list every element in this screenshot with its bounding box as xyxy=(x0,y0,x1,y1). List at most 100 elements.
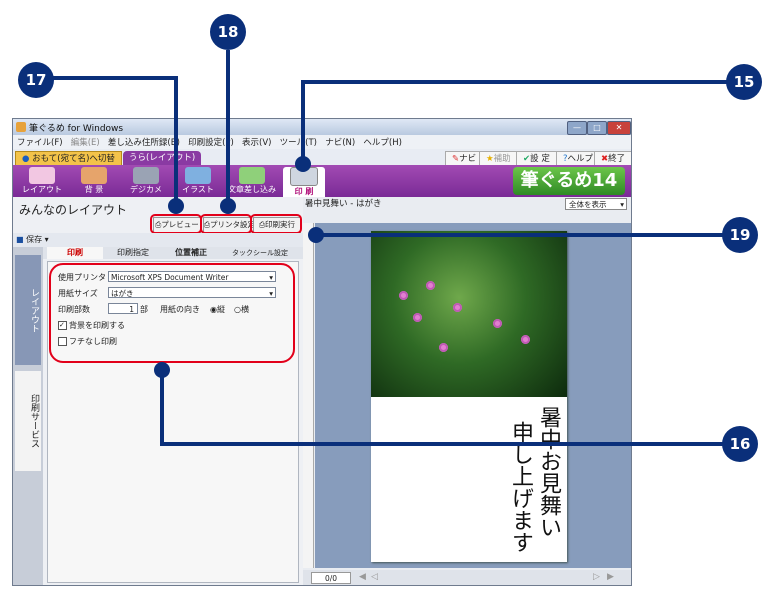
preview-title: 暑中見舞い - はがき xyxy=(305,199,382,209)
highlight-print-run xyxy=(250,214,302,234)
callout-17-dot xyxy=(168,198,184,214)
tab-back-side[interactable]: うら(レイアウト) xyxy=(123,151,202,165)
ribbon-layout-label: レイアウト xyxy=(22,185,62,194)
app-window: 筆ぐるめ for Windows — □ ✕ ファイル(F) 編集(E) 差し込… xyxy=(12,118,632,586)
zoom-value: 全体を表示 xyxy=(569,200,607,209)
menu-bar: ファイル(F) 編集(E) 差し込み住所録(B) 印刷設定(P) 表示(V) ツ… xyxy=(13,135,631,149)
last-page-icon[interactable]: ▶ xyxy=(607,572,614,582)
callout-18: 18 xyxy=(210,14,246,50)
inner-tabs: 印刷 印刷指定 位置補正 タックシール設定 xyxy=(43,247,303,259)
vtab-layout[interactable]: レイアウト xyxy=(15,255,41,365)
settings-label: 設 定 xyxy=(530,154,550,164)
window-title: 筆ぐるめ for Windows xyxy=(29,124,124,134)
callout-19-line xyxy=(316,233,736,237)
preview-canvas: 暑中お見舞い 申し上げます xyxy=(315,223,631,568)
callout-17-line xyxy=(36,76,178,80)
tab-print-spec[interactable]: 印刷指定 xyxy=(105,247,161,259)
save-icon: ■ xyxy=(16,235,24,244)
greeting-line-1: 暑中お見舞い xyxy=(536,406,561,538)
flower-icon xyxy=(453,303,462,312)
tab-back-label: うら(レイアウト) xyxy=(129,153,196,163)
title-bar: 筆ぐるめ for Windows — □ ✕ xyxy=(13,119,631,135)
menu-tools[interactable]: ツール(T) xyxy=(280,138,317,148)
callout-19: 19 xyxy=(722,217,758,253)
side-tab-row: ● おもて(宛て名)へ切替 うら(レイアウト) ✎ナビ ★補助 ✔設 定 ?ヘル… xyxy=(13,149,631,167)
menu-file[interactable]: ファイル(F) xyxy=(17,138,63,148)
callout-16-line xyxy=(160,442,736,446)
callout-15: 15 xyxy=(726,64,762,100)
minimize-button[interactable]: — xyxy=(567,121,587,135)
pane-title: みんなのレイアウト xyxy=(19,203,128,217)
ribbon-text-insert-label: 文章差し込み xyxy=(228,185,276,194)
callout-19-dot xyxy=(308,227,324,243)
menu-view[interactable]: 表示(V) xyxy=(242,138,271,148)
callout-16-dot xyxy=(154,362,170,378)
switch-icon: ● xyxy=(22,154,30,164)
assist-label: 補助 xyxy=(493,154,511,164)
flower-icon xyxy=(426,281,435,290)
text-insert-icon xyxy=(239,167,265,184)
callout-17: 17 xyxy=(18,62,54,98)
page-counter: 0/0 xyxy=(311,572,351,584)
exit-label: 終了 xyxy=(608,154,626,164)
close-button[interactable]: ✕ xyxy=(607,121,631,135)
callout-18-dot xyxy=(220,198,236,214)
tab-print[interactable]: 印刷 xyxy=(47,247,103,259)
save-button[interactable]: 保存 xyxy=(26,235,42,244)
camera-icon xyxy=(133,167,159,184)
callout-15-dot xyxy=(295,156,311,172)
highlight-preview xyxy=(150,214,202,234)
vtab-print-service-label: 印刷サービス xyxy=(29,394,39,448)
postcard: 暑中お見舞い 申し上げます xyxy=(371,231,567,562)
flower-icon xyxy=(399,291,408,300)
maximize-button[interactable]: □ xyxy=(587,121,607,135)
ribbon-camera-label: デジカメ xyxy=(130,185,162,194)
flower-photo xyxy=(371,231,567,397)
star-icon: ★ xyxy=(486,154,494,164)
zoom-select[interactable]: 全体を表示 ▾ xyxy=(565,198,627,210)
greeting-line-2: 申し上げます xyxy=(508,421,533,553)
left-pane: みんなのレイアウト ⎙プレビュー ⎙プリンタ設定 ⎙印刷実行 ■ 保存 ▾ レイ… xyxy=(13,197,303,585)
vertical-tabs: レイアウト 印刷サービス xyxy=(13,247,43,585)
callout-15-line xyxy=(301,80,741,84)
ribbon: レイアウト 背 景 デジカメ イラスト 文章差し込み 印 刷 筆ぐるめ14 xyxy=(13,165,631,197)
callout-16-line xyxy=(160,370,164,446)
app-icon xyxy=(16,122,26,132)
menu-navi[interactable]: ナビ(N) xyxy=(325,138,355,148)
highlight-print-form xyxy=(49,263,295,363)
page-nav-bar: 0/0 ◀ ◁ ▷ ▶ xyxy=(303,570,631,585)
dropdown-icon: ▾ xyxy=(620,200,624,209)
first-page-icon[interactable]: ◀ xyxy=(359,572,366,582)
callout-17-line xyxy=(174,76,178,204)
app-logo: 筆ぐるめ14 xyxy=(513,167,625,195)
help-label: ヘルプ xyxy=(567,154,594,164)
callout-16: 16 xyxy=(722,426,758,462)
ribbon-illust-label: イラスト xyxy=(182,185,214,194)
ribbon-layout[interactable]: レイアウト xyxy=(21,167,63,197)
ribbon-background[interactable]: 背 景 xyxy=(73,167,115,197)
background-icon xyxy=(81,167,107,184)
illust-icon xyxy=(185,167,211,184)
navi-label: ナビ xyxy=(459,154,477,164)
ribbon-print-label: 印 刷 xyxy=(294,187,314,196)
next-page-icon[interactable]: ▷ xyxy=(593,572,600,582)
flower-icon xyxy=(493,319,502,328)
save-dropdown-icon[interactable]: ▾ xyxy=(45,235,49,244)
tab-front-label: おもて(宛て名)へ切替 xyxy=(32,154,115,164)
vtab-layout-label: レイアウト xyxy=(29,287,39,333)
prev-page-icon[interactable]: ◁ xyxy=(371,572,378,582)
menu-edit[interactable]: 編集(E) xyxy=(71,138,100,148)
ribbon-camera[interactable]: デジカメ xyxy=(125,167,167,197)
tab-tack-seal[interactable]: タックシール設定 xyxy=(221,247,299,259)
highlight-printer-settings xyxy=(200,214,252,234)
flower-icon xyxy=(521,335,530,344)
menu-address-book[interactable]: 差し込み住所録(B) xyxy=(108,138,180,148)
menu-help[interactable]: ヘルプ(H) xyxy=(363,138,402,148)
vtab-print-service[interactable]: 印刷サービス xyxy=(15,371,41,471)
ribbon-background-label: 背 景 xyxy=(84,185,104,194)
vertical-ruler xyxy=(303,223,314,568)
callout-18-line xyxy=(226,50,230,204)
tab-position-correction[interactable]: 位置補正 xyxy=(163,247,219,259)
ribbon-illust[interactable]: イラスト xyxy=(177,167,219,197)
ribbon-text-insert[interactable]: 文章差し込み xyxy=(227,167,277,197)
